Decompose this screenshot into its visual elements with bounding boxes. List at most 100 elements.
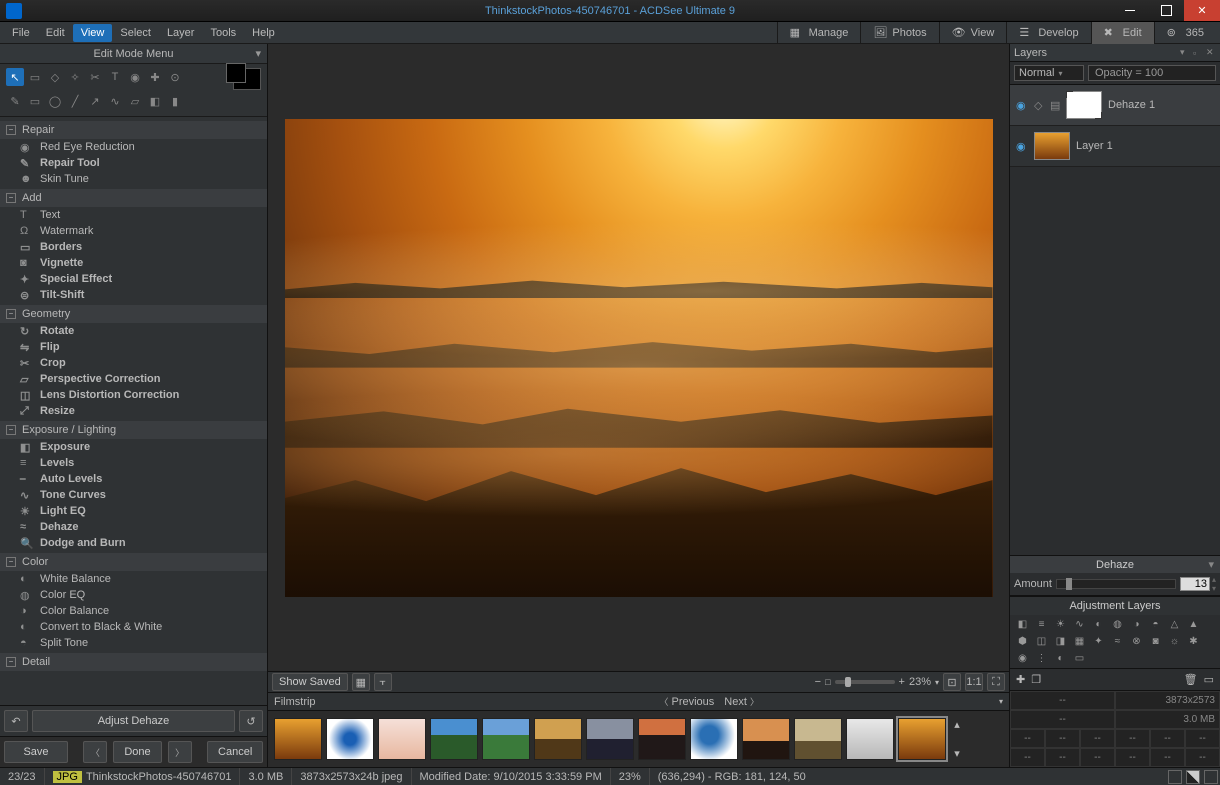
adjustment-icon[interactable]: ◓: [1147, 617, 1164, 632]
zoom-out-icon[interactable]: −: [815, 676, 821, 688]
actual-icon[interactable]: 1:1: [965, 673, 983, 691]
layer-thumbnail[interactable]: [1034, 132, 1070, 160]
filmstrip-next[interactable]: Next 〉: [724, 695, 759, 708]
color-swatches[interactable]: [233, 68, 261, 90]
adjustment-icon[interactable]: ▦: [1071, 634, 1088, 649]
adjustment-icon[interactable]: ⊗: [1128, 634, 1145, 649]
window-minimize-button[interactable]: [1112, 0, 1148, 21]
tool-convert-to-black-white[interactable]: ◐Convert to Black & White: [0, 619, 267, 635]
fullscreen-icon[interactable]: ⛶: [987, 673, 1005, 691]
add-layer-icon[interactable]: ✚: [1016, 673, 1025, 686]
zoom-in-icon[interactable]: +: [899, 676, 905, 688]
adjustment-icon[interactable]: ◙: [1147, 634, 1164, 649]
tool-skin-tune[interactable]: ☻Skin Tune: [0, 171, 267, 187]
filmstrip-thumb[interactable]: [534, 718, 582, 760]
filmstrip-thumb[interactable]: [898, 718, 946, 760]
section-add[interactable]: −Add: [0, 189, 267, 207]
filmstrip-scrollbar[interactable]: ▴▾: [950, 718, 964, 760]
menu-layer[interactable]: Layer: [159, 24, 203, 42]
opacity-field[interactable]: Opacity = 100: [1088, 65, 1216, 81]
menu-view[interactable]: View: [73, 24, 113, 42]
tool-exposure[interactable]: ◧Exposure: [0, 439, 267, 455]
tool-lasso[interactable]: ◇: [46, 68, 64, 86]
filmstrip-thumb[interactable]: [430, 718, 478, 760]
cancel-button[interactable]: Cancel: [207, 741, 263, 763]
delete-layer-icon[interactable]: 🗑: [1184, 673, 1198, 686]
filmstrip-thumb[interactable]: [846, 718, 894, 760]
blend-mode-dropdown[interactable]: Normal: [1014, 65, 1084, 81]
show-saved-button[interactable]: Show Saved: [272, 673, 348, 691]
mode-develop[interactable]: ☰Develop: [1006, 22, 1090, 44]
filmstrip-thumb[interactable]: [690, 718, 738, 760]
section-detail[interactable]: −Detail: [0, 653, 267, 671]
tool-brush[interactable]: ✎: [6, 92, 24, 110]
adjustment-icon[interactable]: ☼: [1166, 634, 1183, 649]
link-icon[interactable]: ◇: [1034, 99, 1044, 112]
tool-levels[interactable]: ≡Levels: [0, 455, 267, 471]
menu-help[interactable]: Help: [244, 24, 283, 42]
filmstrip-thumb[interactable]: [794, 718, 842, 760]
canvas-area[interactable]: [268, 44, 1009, 671]
mode-photos[interactable]: 🖼Photos: [860, 22, 938, 44]
tool-flip[interactable]: ⇋Flip: [0, 339, 267, 355]
tool-poly[interactable]: ▱: [126, 92, 144, 110]
adjustment-icon[interactable]: ◑: [1128, 617, 1145, 632]
section-repair[interactable]: −Repair: [0, 121, 267, 139]
layer-row[interactable]: ◉◇▤Dehaze 1: [1010, 85, 1220, 126]
filmstrip-prev[interactable]: 〈 Previous: [659, 695, 714, 708]
adjustment-icon[interactable]: ☀: [1052, 617, 1069, 632]
pin-icon[interactable]: ▾: [1180, 47, 1190, 58]
mode-edit[interactable]: ✖Edit: [1091, 22, 1154, 44]
adjustment-icon[interactable]: ∿: [1071, 617, 1088, 632]
section-geometry[interactable]: −Geometry: [0, 305, 267, 323]
mode-view[interactable]: 👁View: [939, 22, 1007, 44]
tool-tilt-shift[interactable]: ⊜Tilt-Shift: [0, 287, 267, 303]
tool-rotate[interactable]: ↻Rotate: [0, 323, 267, 339]
tool-perspective-correction[interactable]: ▱Perspective Correction: [0, 371, 267, 387]
status-icon-2[interactable]: [1186, 770, 1200, 784]
filmstrip-collapse-icon[interactable]: ▾: [999, 697, 1003, 706]
tool-special-effect[interactable]: ✦Special Effect: [0, 271, 267, 287]
visibility-eye-icon[interactable]: ◉: [1016, 99, 1028, 112]
mode-manage[interactable]: ▦Manage: [777, 22, 861, 44]
tool-gradient[interactable]: ◧: [146, 92, 164, 110]
layer-name[interactable]: Layer 1: [1076, 140, 1113, 152]
tool-heal[interactable]: ✚: [146, 68, 164, 86]
section-exposure-lighting[interactable]: −Exposure / Lighting: [0, 421, 267, 439]
filmstrip-thumb[interactable]: [326, 718, 374, 760]
panel-menu-icon[interactable]: ▫: [1193, 48, 1203, 58]
tool-watermark[interactable]: ΩWatermark: [0, 223, 267, 239]
tool-text[interactable]: TText: [0, 207, 267, 223]
adjustment-icon[interactable]: ◍: [1109, 617, 1126, 632]
menu-edit[interactable]: Edit: [38, 24, 73, 42]
next-button[interactable]: 〉: [168, 741, 192, 763]
tool-curve[interactable]: ∿: [106, 92, 124, 110]
flatten-icon[interactable]: ▭: [1204, 673, 1214, 686]
dehaze-section-header[interactable]: Dehaze: [1010, 555, 1220, 573]
adjustment-icon[interactable]: ▭: [1071, 651, 1088, 666]
tool-crop[interactable]: ✂Crop: [0, 355, 267, 371]
menu-tools[interactable]: Tools: [202, 24, 244, 42]
tool-auto-levels[interactable]: ⎯Auto Levels: [0, 471, 267, 487]
amount-value[interactable]: 13: [1180, 577, 1210, 591]
amount-slider[interactable]: [1056, 579, 1176, 589]
tool-color-eq[interactable]: ◍Color EQ: [0, 587, 267, 603]
adjustment-icon[interactable]: ◐: [1090, 617, 1107, 632]
window-close-button[interactable]: [1184, 0, 1220, 21]
tool-white-balance[interactable]: ◐White Balance: [0, 571, 267, 587]
adjustment-icon[interactable]: ◧: [1014, 617, 1031, 632]
tool-split-tone[interactable]: ◓Split Tone: [0, 635, 267, 651]
tool-dodge-and-burn[interactable]: 🔍Dodge and Burn: [0, 535, 267, 551]
layers-panel-header[interactable]: Layers ▾ ▫ ✕: [1010, 44, 1220, 62]
tool-marquee[interactable]: ▭: [26, 68, 44, 86]
tool-fill[interactable]: ▮: [166, 92, 184, 110]
window-maximize-button[interactable]: [1148, 0, 1184, 21]
compare-icon[interactable]: ▦: [352, 673, 370, 691]
reset-button[interactable]: ↺: [239, 710, 263, 732]
tool-light-eq[interactable]: ☀Light EQ: [0, 503, 267, 519]
visibility-eye-icon[interactable]: ◉: [1016, 140, 1028, 153]
amount-spinner-icon[interactable]: ▴▾: [1212, 575, 1216, 593]
filmstrip-thumb[interactable]: [586, 718, 634, 760]
layer-row[interactable]: ◉ Layer 1: [1010, 126, 1220, 167]
adjustment-icon[interactable]: ≡: [1033, 617, 1050, 632]
